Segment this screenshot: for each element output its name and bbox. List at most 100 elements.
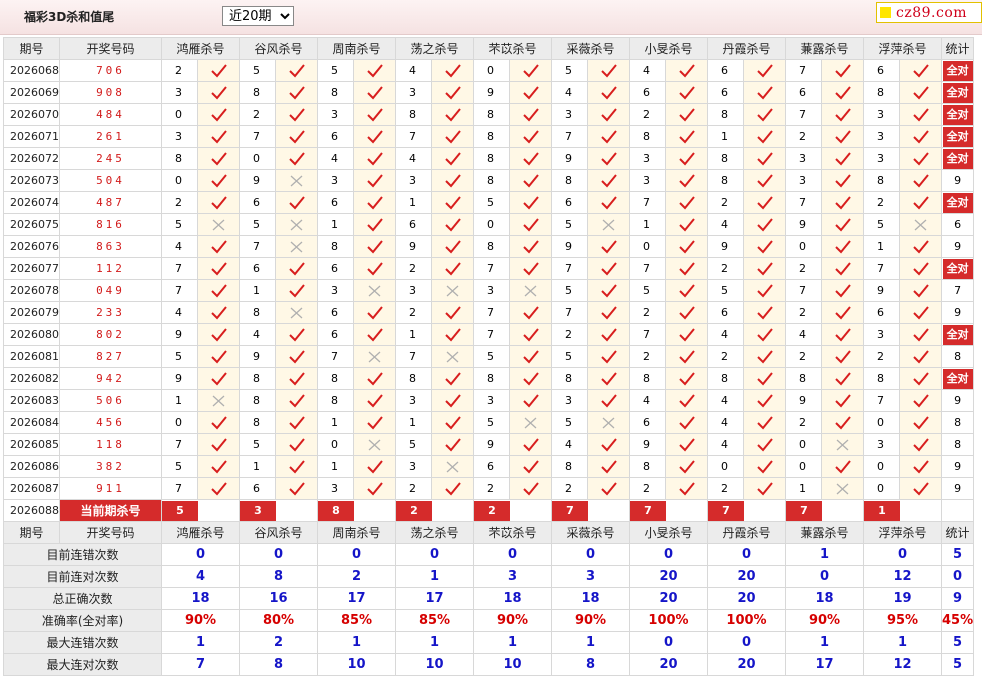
- issue-number: 2026086: [3, 455, 60, 478]
- kill-digit: 6: [239, 191, 276, 214]
- kill-digit: 7: [473, 301, 510, 324]
- kill-digit: 6: [395, 213, 432, 236]
- col-header-expert: 浮萍杀号: [863, 37, 942, 60]
- all-correct-badge: 全对: [942, 104, 973, 125]
- stats-label: 目前连对次数: [3, 565, 162, 588]
- check-icon: [431, 323, 474, 346]
- check-icon: [743, 257, 786, 280]
- page-header: 福彩3D杀和值尾 近20期 cz89.com: [0, 0, 982, 35]
- check-icon: [197, 455, 240, 478]
- kill-digit: 0: [863, 411, 900, 434]
- check-icon: [587, 191, 630, 214]
- check-icon: [899, 81, 942, 104]
- check-icon: [743, 81, 786, 104]
- table-row: 2026070 484 0 2 3 8 8 3 2 8 7 3 全对: [3, 103, 975, 126]
- check-icon: [587, 169, 630, 192]
- current-kill-cell: 7: [551, 499, 630, 522]
- kill-digit: 7: [551, 257, 588, 280]
- kill-digit: 0: [785, 235, 822, 258]
- kill-digit: 5: [395, 433, 432, 456]
- kill-digit: 8: [239, 389, 276, 412]
- kill-digit: 8: [551, 169, 588, 192]
- check-icon: [665, 125, 708, 148]
- check-icon: [431, 213, 474, 236]
- check-icon: [587, 477, 630, 500]
- check-icon: [899, 235, 942, 258]
- check-icon: [665, 191, 708, 214]
- stats-value: 95%: [863, 609, 942, 632]
- kill-digit: 8: [707, 103, 744, 126]
- check-icon: [275, 81, 318, 104]
- kill-digit: 3: [551, 389, 588, 412]
- stats-value: 18: [473, 587, 552, 610]
- check-icon: [821, 169, 864, 192]
- check-icon: [665, 81, 708, 104]
- check-icon: [665, 59, 708, 82]
- stats-value: 100%: [707, 609, 786, 632]
- current-kill-digit: 8: [318, 500, 354, 521]
- check-icon: [899, 191, 942, 214]
- check-icon: [899, 279, 942, 302]
- stats-value: 0: [629, 543, 708, 566]
- draw-number: 049: [59, 279, 162, 302]
- check-icon: [899, 125, 942, 148]
- kill-digit: 1: [629, 213, 666, 236]
- kill-digit: 6: [317, 125, 354, 148]
- kill-digit: 7: [161, 257, 198, 280]
- kill-digit: 2: [707, 477, 744, 500]
- table-row: 2026082 942 9 8 8 8 8 8 8 8 8 8 全对: [3, 367, 975, 390]
- stats-row: 目前连对次数 4 8 2 1 3 3 20 20 0 12 0: [3, 565, 975, 588]
- current-kill-digit: 7: [786, 500, 822, 521]
- cross-icon: [353, 345, 396, 368]
- check-icon: [821, 235, 864, 258]
- stats-value: 7: [161, 653, 240, 676]
- draw-number: 908: [59, 81, 162, 104]
- cross-icon: [353, 279, 396, 302]
- stats-value: 10: [473, 653, 552, 676]
- check-icon: [275, 279, 318, 302]
- check-icon: [353, 323, 396, 346]
- check-icon: [353, 81, 396, 104]
- issue-number: 2026084: [3, 411, 60, 434]
- kill-digit: 0: [629, 235, 666, 258]
- kill-digit: 8: [395, 103, 432, 126]
- stats-value: 10: [317, 653, 396, 676]
- kill-digit: 5: [239, 59, 276, 82]
- kill-digit: 3: [473, 279, 510, 302]
- cross-icon: [587, 411, 630, 434]
- kill-digit: 7: [785, 103, 822, 126]
- kill-digit: 2: [785, 411, 822, 434]
- check-icon: [275, 345, 318, 368]
- cross-icon: [431, 279, 474, 302]
- check-icon: [353, 477, 396, 500]
- issue-number: 2026079: [3, 301, 60, 324]
- draw-number: 233: [59, 301, 162, 324]
- issue-number: 2026071: [3, 125, 60, 148]
- table-row: 2026083 506 1 8 8 3 3 3 4 4 9 7 9: [3, 389, 975, 412]
- check-icon: [899, 367, 942, 390]
- check-icon: [197, 191, 240, 214]
- kill-digit: 2: [863, 191, 900, 214]
- kill-digit: 1: [395, 411, 432, 434]
- check-icon: [509, 257, 552, 280]
- stats-value: 0: [707, 631, 786, 654]
- check-icon: [197, 103, 240, 126]
- kill-digit: 0: [785, 455, 822, 478]
- check-icon: [197, 81, 240, 104]
- kill-digit: 0: [785, 433, 822, 456]
- kill-digit: 8: [707, 147, 744, 170]
- stats-value: 1: [395, 565, 474, 588]
- check-icon: [665, 235, 708, 258]
- kill-digit: 5: [473, 345, 510, 368]
- kill-digit: 6: [551, 191, 588, 214]
- check-icon: [821, 59, 864, 82]
- col-header-issue: 期号: [3, 521, 60, 544]
- draw-number: 802: [59, 323, 162, 346]
- check-icon: [197, 59, 240, 82]
- site-logo[interactable]: cz89.com: [876, 2, 982, 23]
- kill-digit: 5: [473, 191, 510, 214]
- check-icon: [353, 389, 396, 412]
- kill-digit: 6: [785, 81, 822, 104]
- check-icon: [431, 477, 474, 500]
- period-select[interactable]: 近20期: [222, 6, 294, 26]
